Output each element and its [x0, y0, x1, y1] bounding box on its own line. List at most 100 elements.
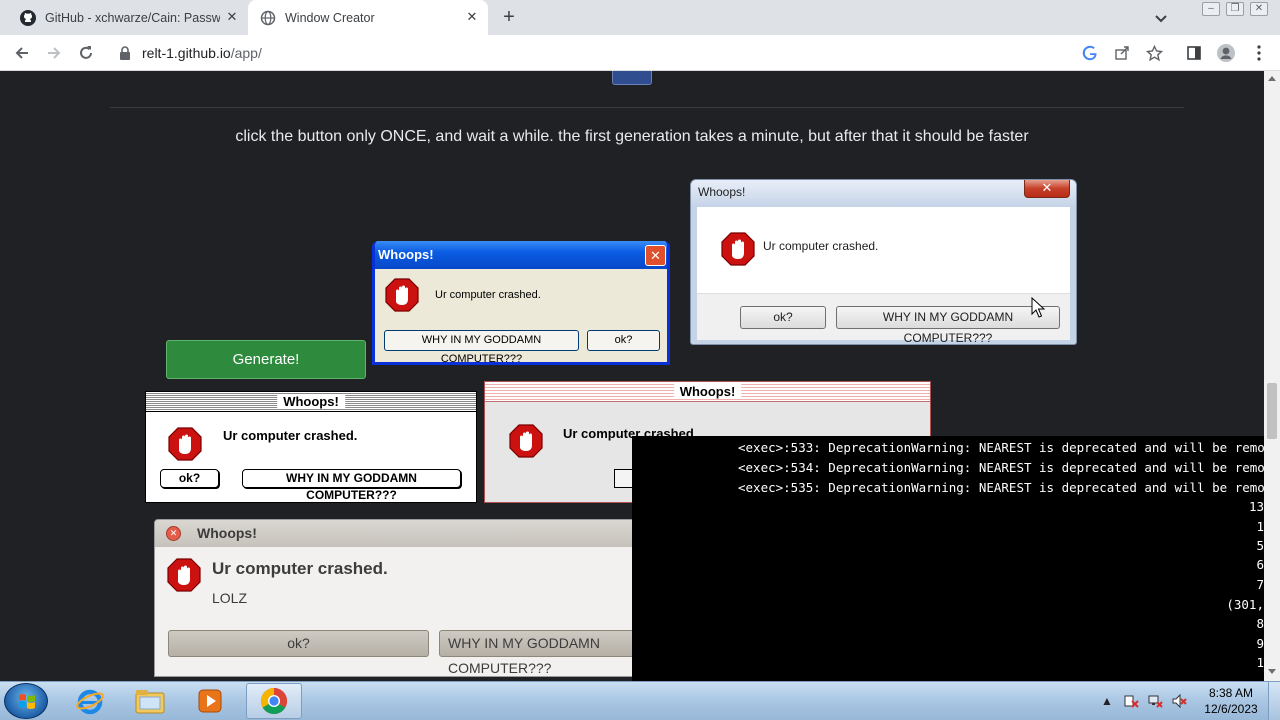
kebab-menu-icon[interactable] [1249, 43, 1269, 63]
system-tray: ▲ [1098, 682, 1188, 720]
url-host: relt-1.github.io [142, 45, 231, 61]
dialog-submessage: LOLZ [212, 590, 248, 606]
volume-muted-icon[interactable] [1170, 692, 1188, 710]
show-desktop-button[interactable] [1268, 682, 1280, 720]
action-center-icon[interactable] [1122, 692, 1140, 710]
share-icon[interactable] [1112, 43, 1132, 63]
partial-button[interactable] [612, 71, 652, 85]
reload-icon[interactable] [76, 43, 96, 63]
windows-taskbar: ▲ 8:38 AM 12/6/2023 [0, 681, 1280, 720]
windows-logo-icon [19, 694, 35, 709]
tab-github[interactable]: GitHub - xchwarze/Cain: Password ✕ [10, 0, 248, 35]
tab-window-creator[interactable]: Window Creator ✕ [248, 0, 488, 35]
dialog-titlebar[interactable]: Whoops! [485, 382, 930, 402]
win7-dialog: Whoops! ✕ Ur computer crashed. ok? WHY I… [690, 179, 1077, 345]
close-tab-icon[interactable]: ✕ [224, 9, 240, 25]
console-number: 6 [1256, 557, 1264, 572]
why-button[interactable]: WHY IN MY GODDAMN COMPUTER??? [242, 469, 461, 502]
dialog-titlebar[interactable]: Whoops! ✕ [691, 180, 1076, 206]
console-line: <exec>:534: DeprecationWarning: NEAREST … [738, 460, 1264, 475]
gnome-dialog: ✕ Whoops! Ur computer crashed. LOLZ ok? … [154, 519, 654, 677]
new-tab-button[interactable]: + [498, 7, 520, 29]
divider [110, 107, 1184, 108]
ok-button[interactable]: ok? [160, 469, 219, 488]
stop-hand-icon [385, 278, 419, 312]
minimize-button[interactable]: – [1202, 2, 1220, 16]
scroll-up-icon[interactable] [1268, 76, 1276, 81]
back-arrow-icon[interactable] [12, 43, 32, 63]
mouse-cursor-icon [1031, 297, 1045, 318]
scroll-down-icon[interactable] [1268, 669, 1276, 674]
mac-dialog: Whoops! Ur computer crashed. ok? WHY IN … [145, 391, 477, 503]
window-controls: – ❐ ✕ [1202, 2, 1268, 16]
clock-time: 8:38 AM [1208, 686, 1254, 700]
taskbar-media-player[interactable] [182, 683, 238, 719]
ok-button[interactable]: ok? [740, 306, 826, 329]
folder-icon [135, 690, 165, 714]
address-bar[interactable]: relt-1.github.io/app/ [108, 39, 1176, 67]
dialog-titlebar[interactable]: ✕ Whoops! [155, 520, 653, 547]
google-icon[interactable] [1080, 43, 1100, 63]
ok-button[interactable]: ok? [168, 630, 429, 657]
stop-hand-icon [167, 558, 201, 592]
internet-explorer-icon [76, 689, 104, 715]
media-player-icon [198, 689, 222, 713]
system-clock[interactable]: 8:38 AM 12/6/2023 [1196, 685, 1266, 717]
page-scrollbar[interactable] [1264, 71, 1280, 681]
dialog-message: Ur computer crashed. [763, 239, 879, 253]
dialog-message: Ur computer crashed. [212, 559, 388, 578]
forward-arrow-icon[interactable] [44, 43, 64, 63]
dialog-message: Ur computer crashed. [435, 289, 541, 301]
close-dialog-button[interactable]: ✕ [645, 245, 666, 266]
console-number: 5 [1256, 538, 1264, 553]
tab-search-icon[interactable] [1152, 9, 1170, 27]
dialog-title: Whoops! [673, 384, 742, 399]
bookmark-star-icon[interactable] [1144, 43, 1164, 63]
instruction-text: click the button only ONCE, and wait a w… [235, 128, 1029, 145]
tab-title: Window Creator [285, 10, 375, 25]
scroll-thumb[interactable] [1267, 383, 1277, 439]
globe-icon [260, 10, 276, 26]
start-button[interactable] [4, 683, 48, 719]
why-button[interactable]: WHY IN MY GODDAMN COMPUTER??? [836, 306, 1060, 344]
dialog-title: Whoops! [378, 247, 434, 262]
console-number: 8 [1256, 616, 1264, 631]
lock-icon [119, 46, 131, 60]
side-panel-icon[interactable] [1184, 43, 1204, 63]
why-button[interactable]: WHY IN MY GODDAMN COMPUTER??? [384, 330, 579, 362]
stop-hand-icon [509, 424, 543, 458]
show-hidden-icons-icon[interactable]: ▲ [1098, 692, 1116, 710]
console-line: <exec>:533: DeprecationWarning: NEAREST … [738, 440, 1264, 455]
tab-title: GitHub - xchwarze/Cain: Password [45, 10, 220, 25]
dialog-body: Ur computer crashed. [697, 207, 1070, 293]
page-content: click the button only ONCE, and wait a w… [0, 71, 1264, 681]
stop-hand-icon [721, 232, 755, 266]
close-dialog-button[interactable]: ✕ [1024, 180, 1070, 198]
restore-button[interactable]: ❐ [1226, 2, 1244, 16]
dialog-titlebar[interactable]: Whoops! ✕ [375, 241, 667, 269]
taskbar-chrome[interactable] [246, 683, 302, 719]
close-dialog-button[interactable]: ✕ [166, 526, 181, 541]
console-number: (301, [1226, 597, 1264, 612]
console-line: <exec>:535: DeprecationWarning: NEAREST … [738, 480, 1264, 495]
profile-avatar-icon[interactable] [1216, 43, 1236, 63]
stop-hand-icon [168, 427, 202, 461]
dialog-titlebar[interactable]: Whoops! [146, 392, 476, 412]
why-button[interactable]: WHY IN MY GODDAMN COMPUTER??? [439, 630, 653, 676]
close-tab-icon[interactable]: ✕ [464, 9, 480, 25]
network-icon[interactable] [1146, 692, 1164, 710]
dialog-title: Whoops! [197, 525, 257, 541]
clock-date: 12/6/2023 [1204, 702, 1258, 716]
console-number: 1 [1256, 519, 1264, 534]
url-path: /app/ [230, 45, 262, 61]
ok-button[interactable]: ok? [587, 330, 660, 351]
xp-dialog: Whoops! ✕ Ur computer crashed. WHY IN MY… [372, 241, 670, 365]
taskbar-internet-explorer[interactable] [62, 683, 118, 719]
dialog-title: Whoops! [277, 394, 345, 409]
console-number: 9 [1256, 636, 1264, 651]
generate-button[interactable]: Generate! [166, 340, 366, 379]
taskbar-file-explorer[interactable] [122, 683, 178, 719]
tab-strip: GitHub - xchwarze/Cain: Password ✕ Windo… [0, 0, 1280, 35]
close-window-button[interactable]: ✕ [1250, 2, 1268, 16]
dialog-footer: ok? WHY IN MY GODDAMN COMPUTER??? [697, 293, 1070, 344]
